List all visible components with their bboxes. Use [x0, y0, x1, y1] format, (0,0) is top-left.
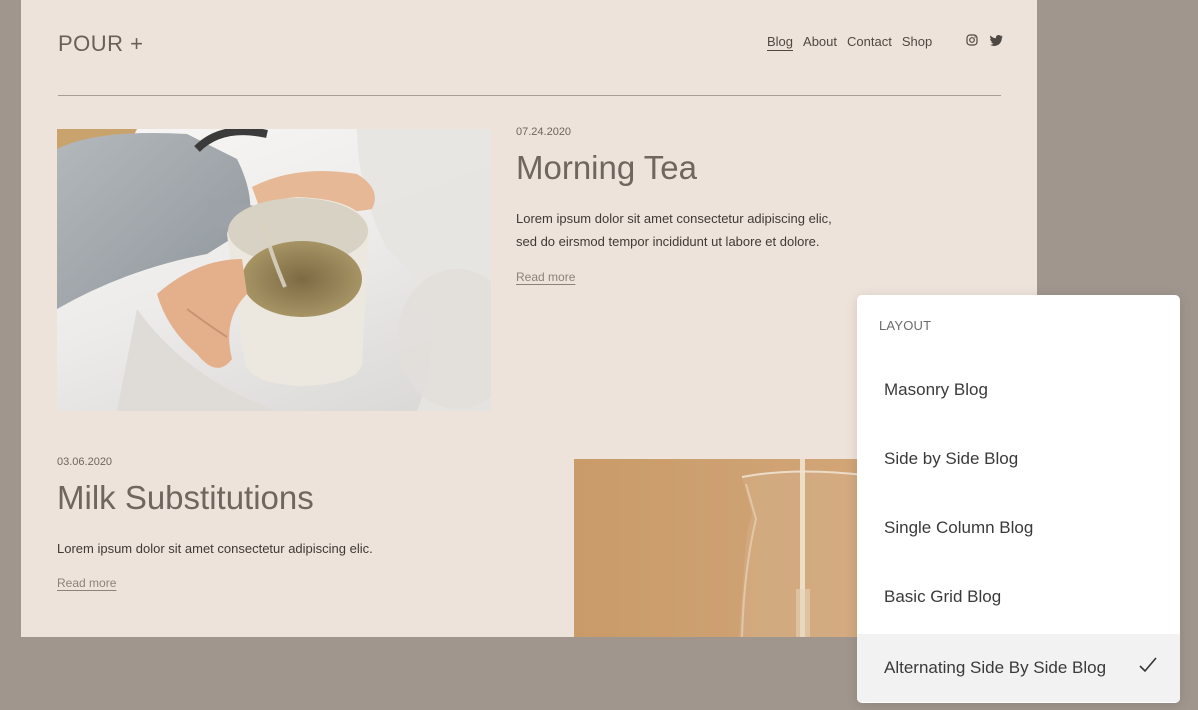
read-more-link[interactable]: Read more: [57, 576, 116, 590]
site-nav: Blog About Contact Shop: [767, 34, 1003, 49]
layout-option-label: Side by Side Blog: [884, 449, 1019, 468]
read-more-link[interactable]: Read more: [516, 270, 575, 284]
post-excerpt: Lorem ipsum dolor sit amet consectetur a…: [57, 537, 373, 560]
layout-menu-header: LAYOUT: [879, 318, 932, 333]
layout-option-single-column[interactable]: Single Column Blog: [857, 494, 1180, 562]
excerpt-line: Lorem ipsum dolor sit amet consectetur a…: [516, 211, 832, 226]
morning-tea-image[interactable]: [57, 129, 491, 411]
header-divider: [58, 95, 1001, 96]
post-date: 07.24.2020: [516, 126, 572, 138]
layout-option-label: Single Column Blog: [884, 518, 1034, 537]
post-title[interactable]: Milk Substitutions: [57, 479, 314, 517]
post-date: 03.06.2020: [57, 456, 113, 468]
layout-option-side-by-side[interactable]: Side by Side Blog: [857, 425, 1180, 493]
nav-blog[interactable]: Blog: [767, 34, 793, 49]
layout-option-label: Alternating Side By Side Blog: [884, 658, 1107, 677]
layout-option-masonry[interactable]: Masonry Blog: [857, 356, 1180, 424]
layout-option-basic-grid[interactable]: Basic Grid Blog: [857, 563, 1180, 631]
nav-shop[interactable]: Shop: [902, 34, 932, 49]
social-links: [954, 34, 1003, 49]
twitter-icon[interactable]: [990, 34, 1003, 49]
layout-option-label: Basic Grid Blog: [884, 587, 1002, 606]
nav-about[interactable]: About: [803, 34, 837, 49]
layout-menu: LAYOUT Masonry Blog Side by Side Blog Si…: [857, 295, 1180, 703]
excerpt-line: Lorem ipsum dolor sit amet consectetur a…: [57, 541, 373, 556]
site-logo[interactable]: POUR +: [58, 31, 144, 57]
nav-contact[interactable]: Contact: [847, 34, 892, 49]
instagram-icon[interactable]: [966, 34, 978, 49]
checkmark-icon: [1138, 656, 1158, 679]
layout-option-label: Masonry Blog: [884, 380, 988, 399]
excerpt-line: sed do eirsmod tempor incididunt ut labo…: [516, 234, 820, 249]
post-excerpt: Lorem ipsum dolor sit amet consectetur a…: [516, 207, 832, 253]
layout-option-alternating[interactable]: Alternating Side By Side Blog: [857, 634, 1180, 702]
post-title[interactable]: Morning Tea: [516, 149, 697, 187]
